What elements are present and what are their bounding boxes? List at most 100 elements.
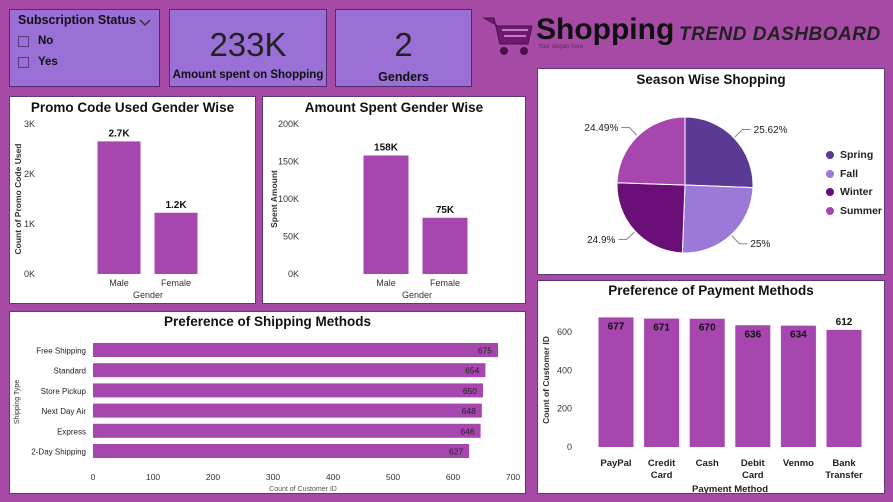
data-label: 158K [374, 143, 399, 154]
y-tick-label: 2K [24, 169, 35, 179]
y-tick-label: 3K [24, 119, 35, 129]
bar [97, 141, 141, 274]
x-tick-label: 700 [506, 472, 520, 482]
y-axis-label: Spent Amount [269, 170, 279, 228]
bar [93, 423, 481, 438]
x-axis-label: Payment Method [692, 484, 768, 493]
legend-label: Summer [840, 204, 883, 217]
x-tick-label: 100 [146, 472, 160, 482]
x-tick-label: 200 [206, 472, 220, 482]
pie-data-label: 24.9% [587, 235, 615, 246]
pie-leader-line [621, 127, 638, 136]
brand-subtitle: TREND DASHBOARD [679, 24, 881, 45]
legend-item[interactable]: Summer [826, 205, 882, 217]
y-tick-label: Store Pickup [41, 387, 87, 396]
data-label: 671 [653, 323, 670, 334]
data-label: 670 [699, 323, 716, 334]
legend-marker-icon [826, 169, 834, 178]
legend-marker-icon [826, 151, 834, 159]
pie-leader-line [618, 231, 635, 241]
x-tick-label: Transfer [825, 470, 863, 481]
y-tick-label: 2-Day Shipping [31, 448, 86, 457]
bar [154, 212, 198, 274]
y-tick-label: 50K [283, 232, 299, 242]
brand-header: Shopping Your slogan here TREND DASHBOAR… [480, 8, 885, 60]
y-tick-label: Next Day Air [42, 407, 87, 416]
pie-slice [684, 116, 754, 189]
legend-label: Fall [840, 167, 859, 180]
promo-chart-panel: Promo Code Used Gender Wise 0K 1K 2K 3K 2.7K… [9, 96, 256, 304]
slicer-option-no[interactable]: No [18, 35, 53, 47]
bar [826, 329, 862, 447]
promo-chart: 0K 1K 2K 3K 2.7K Male 1.2K Female Gender Count of… [13, 119, 198, 300]
bar [93, 343, 498, 357]
bar [93, 363, 486, 378]
chevron-down-icon[interactable] [139, 14, 151, 32]
kpi-amount-card: 233K Amount spent on Shopping [169, 9, 327, 87]
x-tick-label: 400 [326, 472, 340, 482]
slicer-title: Subscription Status [18, 13, 137, 27]
x-tick-label: Debit [741, 458, 766, 469]
bar [644, 318, 680, 447]
data-label: 675 [478, 346, 492, 356]
legend-label: Spring [840, 149, 874, 161]
checkbox-icon[interactable] [18, 56, 29, 68]
legend-marker-icon [826, 206, 834, 215]
x-tick-label: 0 [91, 472, 96, 482]
data-label: 636 [744, 329, 761, 340]
amount-chart-title: Amount Spent Gender Wise [304, 100, 484, 115]
payment-chart: 0200400600 677PayPal671CreditCard670Cash6… [541, 317, 863, 493]
season-chart-title: Season Wise Shopping [636, 72, 786, 87]
season-chart-panel: Season Wise Shopping 25.62% 25% 24.9% 24.49… [537, 68, 885, 275]
y-tick-label: 1K [24, 219, 35, 229]
payment-chart-panel: Preference of Payment Methods 0 200 400 600… [537, 280, 885, 494]
legend-item[interactable]: Fall [826, 168, 858, 180]
pie-leader-line [731, 235, 748, 245]
y-tick-label: 400 [557, 365, 572, 375]
checkbox-icon[interactable] [18, 35, 29, 47]
x-tick-label: Venmo [783, 458, 814, 469]
payment-chart-title: Preference of Payment Methods [608, 283, 814, 298]
x-tick-label: Female [161, 278, 191, 288]
bar [422, 217, 468, 274]
slicer-option-label: Yes [38, 56, 58, 68]
kpi-genders-label: Genders [378, 70, 429, 84]
y-tick-label: Free Shipping [36, 347, 86, 356]
data-label: 648 [462, 406, 476, 416]
legend-item[interactable]: Spring [826, 149, 873, 161]
y-tick-label: 200K [278, 119, 299, 129]
bar [735, 325, 771, 447]
data-label: 634 [790, 330, 807, 341]
kpi-genders-value: 2 [394, 26, 413, 63]
bar [689, 318, 725, 447]
shipping-chart-panel: Preference of Shipping Methods 675 Free S… [9, 311, 526, 494]
data-label: 646 [460, 426, 474, 436]
pie-data-label: 24.49% [584, 123, 618, 134]
pie-data-label: 25% [750, 239, 770, 250]
data-label: 627 [449, 447, 463, 457]
kpi-genders-card: 2 Genders [335, 9, 472, 87]
y-tick-label: 100K [278, 194, 299, 204]
data-label: 650 [463, 386, 477, 396]
pie-slice [681, 184, 754, 254]
legend-item[interactable]: Winter [826, 186, 873, 198]
legend-marker-icon [826, 188, 834, 196]
x-tick-label: 500 [386, 472, 400, 482]
data-label: 75K [436, 205, 455, 216]
slicer-option-yes[interactable]: Yes [18, 56, 58, 68]
x-tick-label: 600 [446, 472, 460, 482]
y-axis-label: Count of Customer ID [541, 336, 551, 424]
brand-tagline: Your slogan here [538, 44, 584, 50]
y-tick-label: 600 [557, 327, 572, 337]
data-label: 1.2K [165, 200, 187, 211]
y-axis-label: Count of Promo Code Used [13, 144, 23, 255]
season-chart: 25.62% 25% 24.9% 24.49% [584, 116, 788, 254]
y-tick-label: 0 [567, 442, 572, 452]
kpi-amount-label: Amount spent on Shopping [172, 69, 324, 81]
x-tick-label: Male [109, 278, 129, 288]
x-tick-label: Female [430, 278, 460, 288]
pie-data-label: 25.62% [754, 125, 788, 136]
amount-chart: 0K 50K 100K 150K 200K 158K Male 75K Female Gender… [269, 119, 468, 300]
y-tick-label: Standard [54, 367, 86, 376]
y-tick-label: Express [57, 427, 86, 436]
